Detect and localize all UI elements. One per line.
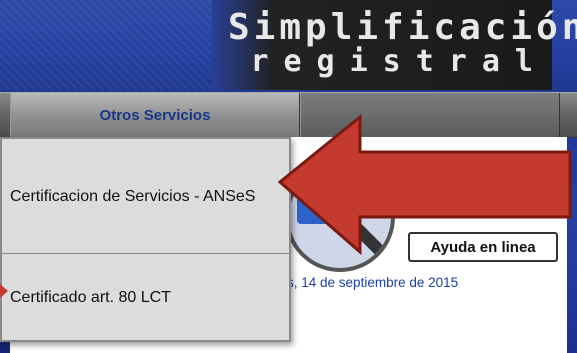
site-title-line2: registral bbox=[250, 44, 548, 79]
red-left-arrow-icon bbox=[277, 113, 572, 256]
left-pointer-icon bbox=[0, 284, 8, 298]
otros-servicios-dropdown: Certificacion de Servicios - ANSeS Certi… bbox=[0, 137, 291, 342]
nav-tab-otros-servicios[interactable]: Otros Servicios bbox=[10, 93, 300, 137]
dropdown-item-certificado-art-80-lct[interactable]: Certificado art. 80 LCT bbox=[2, 255, 289, 340]
site-title-line1: Simplificación bbox=[228, 7, 577, 48]
banner-pattern bbox=[0, 0, 220, 90]
dropdown-item-certificacion-servicios-anses[interactable]: Certificacion de Servicios - ANSeS bbox=[2, 139, 289, 254]
header-banner: Simplificación registral bbox=[0, 0, 577, 92]
current-date-text: nes, 14 de septiembre de 2015 bbox=[272, 275, 459, 290]
